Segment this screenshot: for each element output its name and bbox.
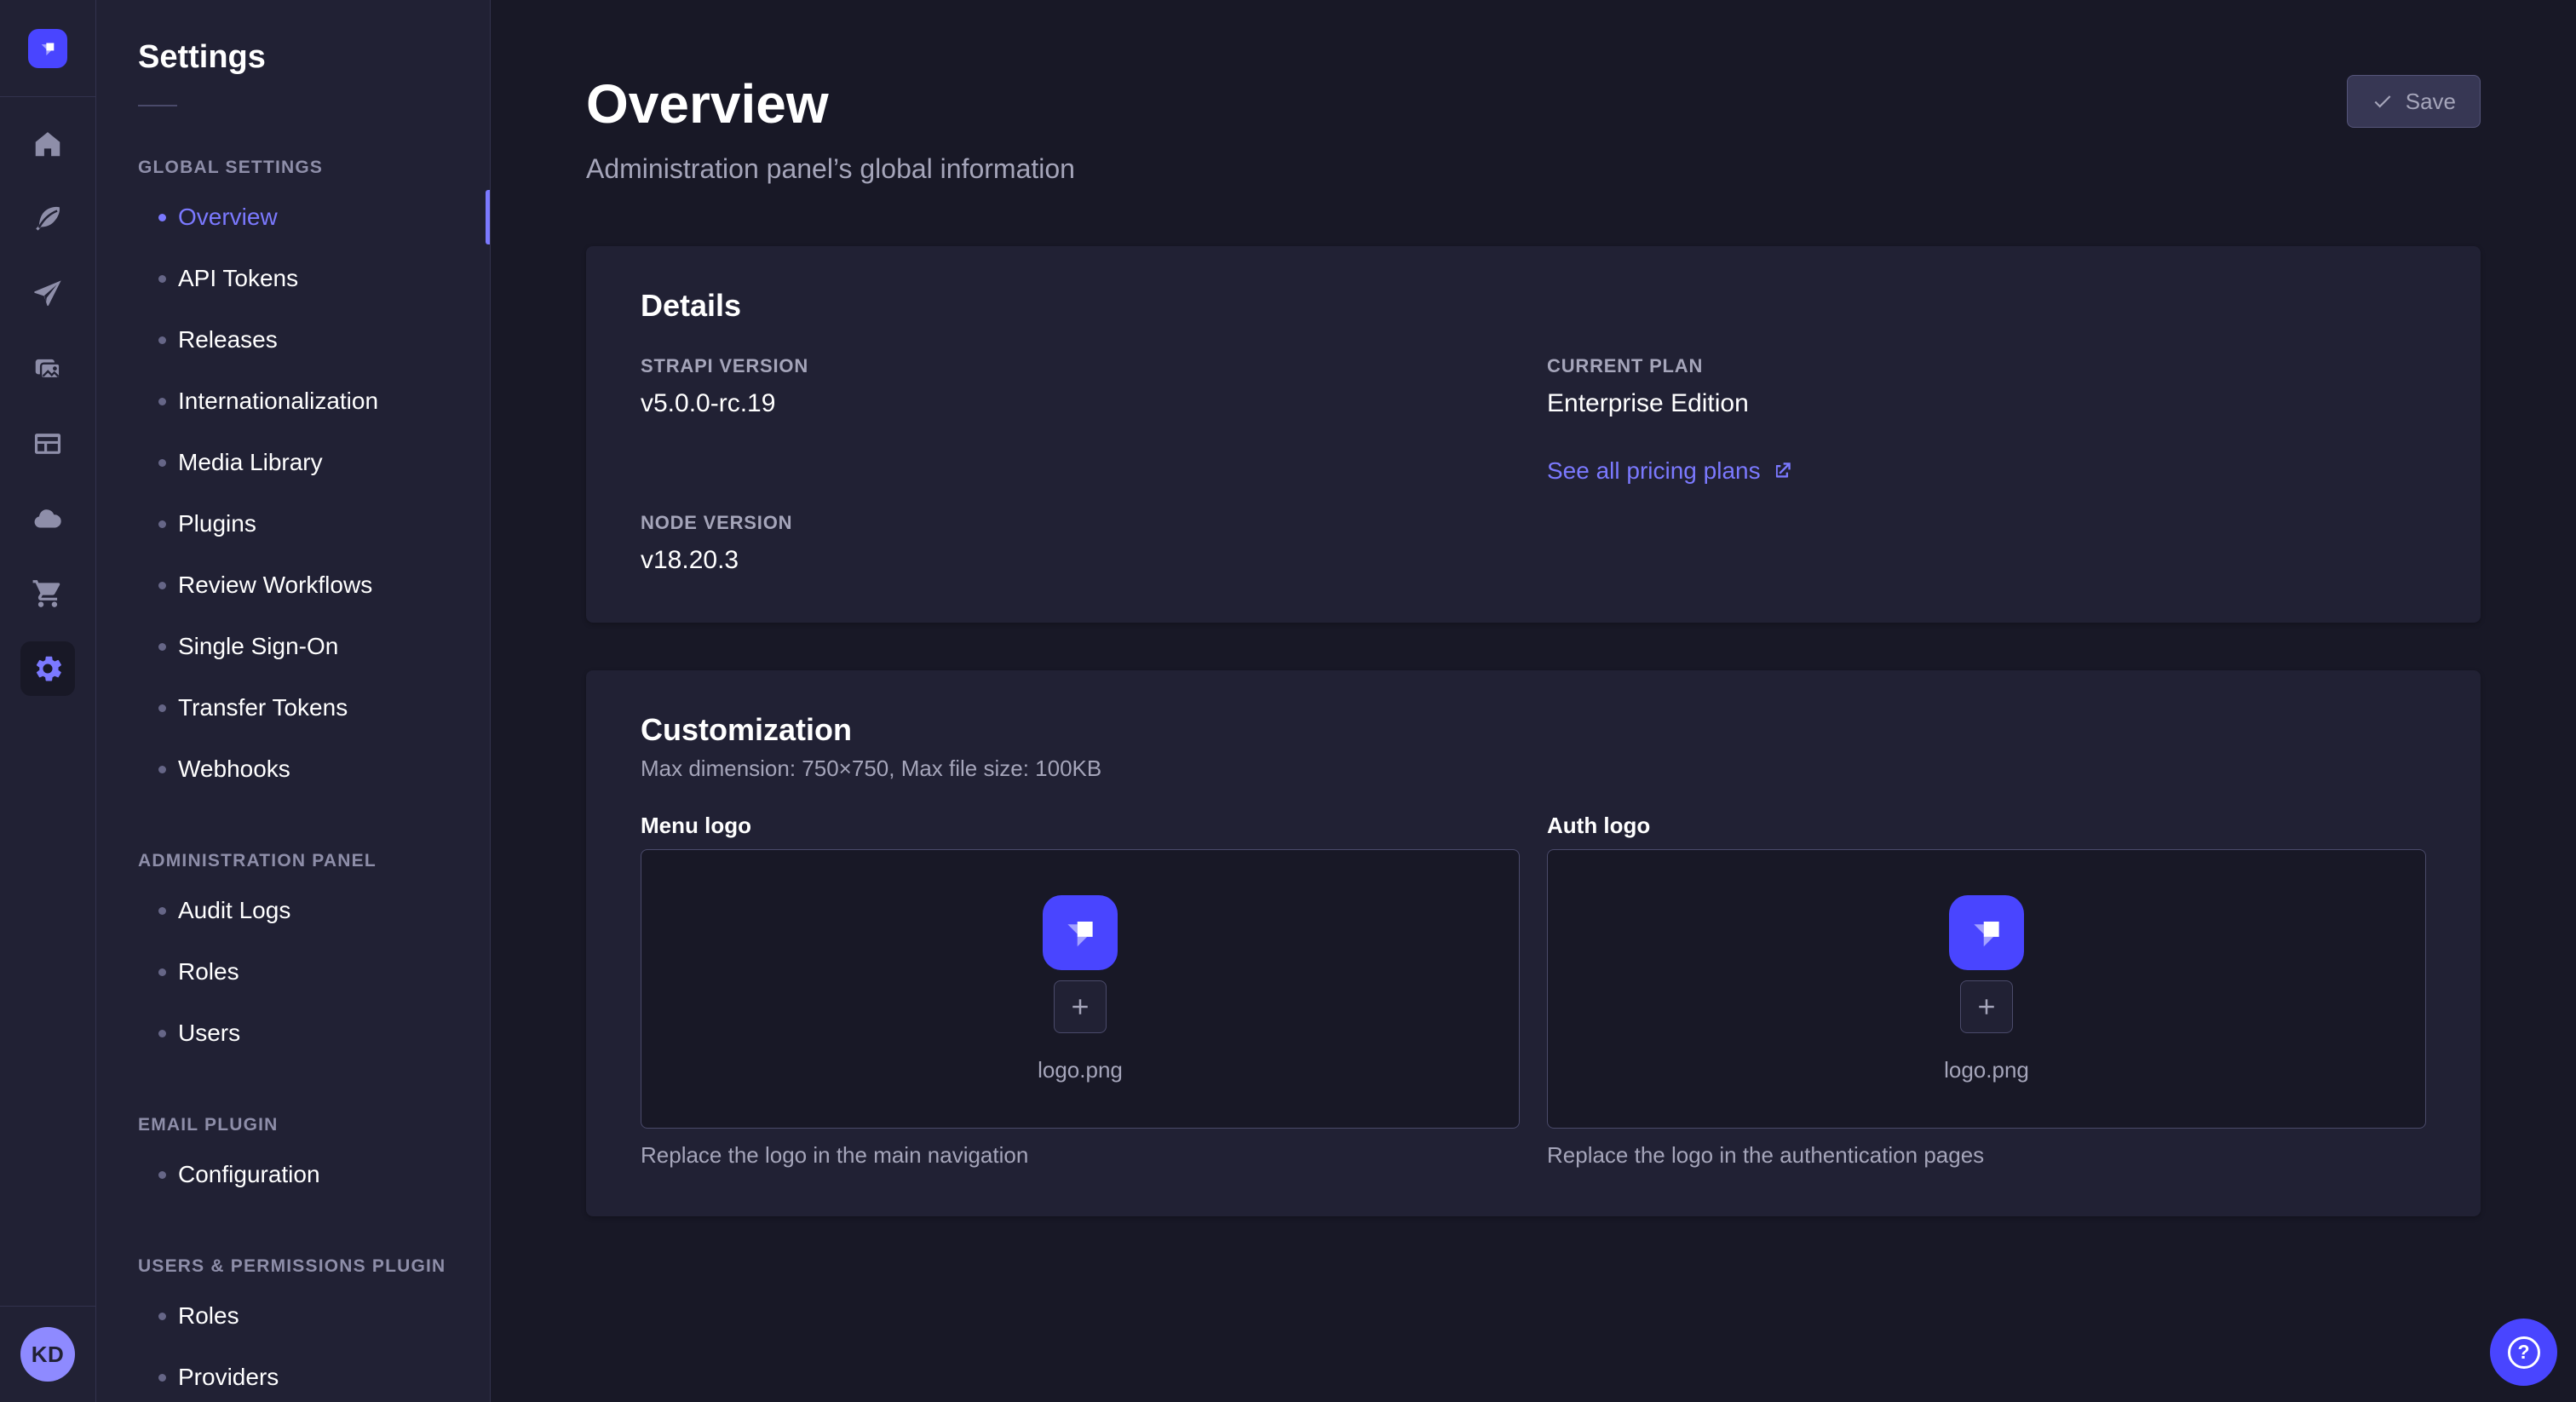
logo-preview	[1949, 895, 2024, 970]
auth-logo-upload-field: Auth logo logo.png Replace the logo in t…	[1547, 813, 2426, 1169]
strapi-version-field: STRAPI VERSION v5.0.0-rc.19	[641, 355, 1520, 485]
page-title: Overview	[586, 75, 1075, 133]
bullet-icon	[158, 1171, 166, 1179]
menu-logo-upload-field: Menu logo logo.png Replace the logo in t…	[641, 813, 1520, 1169]
feather-icon[interactable]	[20, 192, 75, 246]
bullet-icon	[158, 214, 166, 221]
add-logo-button[interactable]	[1054, 980, 1107, 1033]
strapi-monogram-icon	[1964, 911, 2009, 955]
cart-icon[interactable]	[20, 566, 75, 621]
check-icon	[2372, 90, 2394, 112]
upload-hint: Replace the logo in the main navigation	[641, 1142, 1520, 1169]
sidebar-item-internationalization[interactable]: Internationalization	[96, 371, 490, 432]
details-card: Details STRAPI VERSION v5.0.0-rc.19 CURR…	[586, 246, 2481, 623]
sidebar-item-providers[interactable]: Providers	[96, 1347, 490, 1402]
sidebar-divider	[138, 105, 177, 106]
sidebar-item-audit-logs[interactable]: Audit Logs	[96, 880, 490, 941]
bullet-icon	[158, 1030, 166, 1037]
bullet-icon	[158, 520, 166, 528]
logo-upload-dropzone[interactable]: logo.png	[641, 849, 1520, 1129]
upload-hint: Replace the logo in the authentication p…	[1547, 1142, 2426, 1169]
pricing-plans-link[interactable]: See all pricing plans	[1547, 457, 1793, 485]
plus-icon	[1974, 994, 1999, 1020]
sidebar-item-api-tokens[interactable]: API Tokens	[96, 248, 490, 309]
sidebar-item-users[interactable]: Users	[96, 1003, 490, 1064]
help-button[interactable]: ?	[2490, 1319, 2557, 1386]
rail-logo-section	[0, 0, 95, 97]
strapi-monogram-icon	[1058, 911, 1102, 955]
bullet-icon	[158, 275, 166, 283]
plus-icon	[1067, 994, 1093, 1020]
sidebar-item-single-sign-on[interactable]: Single Sign-On	[96, 616, 490, 677]
bullet-icon	[158, 1313, 166, 1320]
home-icon[interactable]	[20, 117, 75, 171]
rail-nav	[20, 97, 75, 1306]
sidebar-item-plugins[interactable]: Plugins	[96, 493, 490, 554]
sidebar-item-review-workflows[interactable]: Review Workflows	[96, 554, 490, 616]
current-plan-value: Enterprise Edition	[1547, 389, 2426, 418]
strapi-version-value: v5.0.0-rc.19	[641, 389, 1520, 418]
bullet-icon	[158, 766, 166, 773]
current-plan-field: CURRENT PLAN Enterprise Edition See all …	[1547, 355, 2426, 485]
node-version-label: NODE VERSION	[641, 512, 1520, 534]
sidebar-item-roles[interactable]: Roles	[96, 941, 490, 1003]
paper-plane-icon[interactable]	[20, 267, 75, 321]
save-button[interactable]: Save	[2347, 75, 2481, 128]
bullet-icon	[158, 907, 166, 915]
layout-icon[interactable]	[20, 417, 75, 471]
sidebar-item-webhooks[interactable]: Webhooks	[96, 738, 490, 800]
logo-upload-dropzone[interactable]: logo.png	[1547, 849, 2426, 1129]
sidebar-item-overview[interactable]: Overview	[96, 187, 490, 248]
current-plan-label: CURRENT PLAN	[1547, 355, 2426, 377]
bullet-icon	[158, 704, 166, 712]
page-subtitle: Administration panel’s global informatio…	[586, 153, 1075, 185]
bullet-icon	[158, 459, 166, 467]
bullet-icon	[158, 1374, 166, 1382]
gear-icon[interactable]	[20, 641, 75, 696]
logo-preview	[1043, 895, 1118, 970]
customization-heading: Customization	[641, 711, 2426, 749]
main-content: Overview Administration panel’s global i…	[491, 0, 2576, 1402]
external-link-icon	[1771, 460, 1793, 482]
sidebar-item-media-library[interactable]: Media Library	[96, 432, 490, 493]
add-logo-button[interactable]	[1960, 980, 2013, 1033]
upload-field-label: Menu logo	[641, 813, 1520, 839]
content-area: Details STRAPI VERSION v5.0.0-rc.19 CURR…	[491, 246, 2576, 1216]
question-mark-icon: ?	[2508, 1336, 2540, 1369]
rail-footer: KD	[0, 1306, 95, 1402]
settings-menu: GLOBAL SETTINGS Overview API Tokens Rele…	[96, 158, 490, 1402]
sidebar-item-transfer-tokens[interactable]: Transfer Tokens	[96, 677, 490, 738]
customization-card: Customization Max dimension: 750×750, Ma…	[586, 670, 2481, 1216]
bullet-icon	[158, 582, 166, 589]
strapi-version-label: STRAPI VERSION	[641, 355, 1520, 377]
sidebar-section-label: USERS & PERMISSIONS PLUGIN	[138, 1256, 490, 1277]
images-icon[interactable]	[20, 342, 75, 396]
sidebar-item-roles[interactable]: Roles	[96, 1285, 490, 1347]
sidebar-item-configuration[interactable]: Configuration	[96, 1144, 490, 1205]
upload-field-label: Auth logo	[1547, 813, 2426, 839]
strapi-logo-icon[interactable]	[28, 29, 67, 68]
customization-subheading: Max dimension: 750×750, Max file size: 1…	[641, 756, 2426, 782]
cloud-icon[interactable]	[20, 491, 75, 546]
strapi-monogram-icon	[37, 37, 59, 60]
bullet-icon	[158, 398, 166, 405]
node-version-field: NODE VERSION v18.20.3	[641, 512, 1520, 575]
avatar[interactable]: KD	[20, 1327, 75, 1382]
sidebar-title: Settings	[138, 39, 490, 76]
sidebar-item-releases[interactable]: Releases	[96, 309, 490, 371]
sidebar-section-label: ADMINISTRATION PANEL	[138, 851, 490, 871]
main-nav-rail: KD	[0, 0, 96, 1402]
settings-sidebar: Settings GLOBAL SETTINGS Overview API To…	[96, 0, 491, 1402]
bullet-icon	[158, 336, 166, 344]
sidebar-section-label: EMAIL PLUGIN	[138, 1115, 490, 1135]
bullet-icon	[158, 643, 166, 651]
sidebar-section-label: GLOBAL SETTINGS	[138, 158, 490, 178]
page-header: Overview Administration panel’s global i…	[491, 0, 2576, 185]
logo-filename: logo.png	[1038, 1057, 1123, 1083]
logo-filename: logo.png	[1944, 1057, 2029, 1083]
details-heading: Details	[641, 287, 2426, 325]
node-version-value: v18.20.3	[641, 546, 1520, 575]
bullet-icon	[158, 968, 166, 976]
